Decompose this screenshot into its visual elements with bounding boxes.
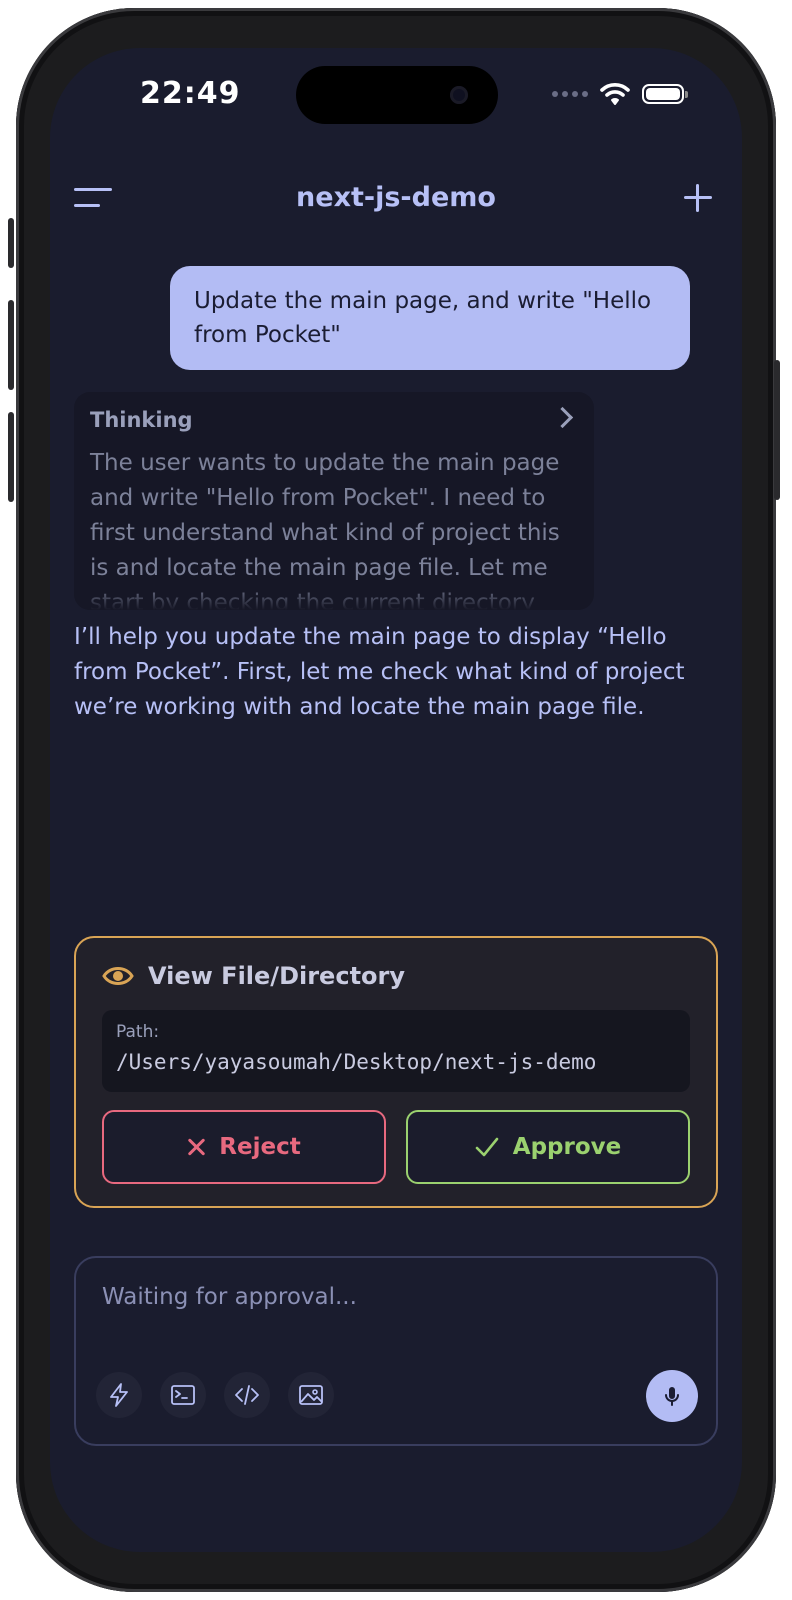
approval-header: View File/Directory xyxy=(102,962,405,990)
microphone-icon xyxy=(665,1387,679,1406)
thinking-label: Thinking xyxy=(90,408,193,432)
page-title: next-js-demo xyxy=(296,182,496,213)
path-label: Path: xyxy=(116,1022,160,1042)
status-time: 22:49 xyxy=(140,76,241,111)
new-chat-icon[interactable] xyxy=(684,184,712,212)
terminal-icon xyxy=(171,1385,195,1405)
volume-up-button xyxy=(8,300,14,390)
close-icon xyxy=(187,1138,205,1156)
approve-button[interactable]: Approve xyxy=(406,1110,690,1184)
path-value: /Users/yayasoumah/Desktop/next-js-demo xyxy=(116,1050,597,1074)
image-button[interactable] xyxy=(288,1372,334,1418)
thinking-panel[interactable]: Thinking The user wants to update the ma… xyxy=(74,392,594,610)
thinking-fade xyxy=(74,584,594,610)
assistant-message: I’ll help you update the main page to di… xyxy=(74,624,685,720)
dynamic-island xyxy=(296,66,498,124)
reject-label: Reject xyxy=(219,1134,301,1160)
wifi-icon xyxy=(600,83,630,105)
reject-button[interactable]: Reject xyxy=(102,1110,386,1184)
cellular-signal-icon xyxy=(552,91,588,97)
battery-icon xyxy=(642,84,688,104)
check-icon xyxy=(475,1137,499,1157)
lightning-icon xyxy=(110,1383,128,1407)
status-indicators xyxy=(552,82,688,106)
code-icon xyxy=(235,1385,259,1405)
code-button[interactable] xyxy=(224,1372,270,1418)
eye-icon xyxy=(102,967,134,985)
app-screen: 22:49 next-js-demo Update the main page,… xyxy=(50,48,742,1552)
microphone-button[interactable] xyxy=(646,1370,698,1422)
composer xyxy=(74,1256,718,1446)
approve-label: Approve xyxy=(512,1134,622,1160)
volume-down-button xyxy=(8,412,14,502)
chevron-right-icon[interactable] xyxy=(551,406,574,429)
action-button xyxy=(8,218,14,268)
path-box: Path: /Users/yayasoumah/Desktop/next-js-… xyxy=(102,1010,690,1092)
user-message: Update the main page, and write "Hello f… xyxy=(170,266,690,370)
camera-icon xyxy=(450,86,468,104)
terminal-button[interactable] xyxy=(160,1372,206,1418)
message-input[interactable] xyxy=(102,1284,662,1310)
approval-card: View File/Directory Path: /Users/yayasou… xyxy=(74,936,718,1208)
app-header: next-js-demo xyxy=(50,168,742,228)
power-button xyxy=(774,360,780,500)
image-icon xyxy=(299,1385,323,1405)
approval-title: View File/Directory xyxy=(148,962,406,990)
lightning-button[interactable] xyxy=(96,1372,142,1418)
